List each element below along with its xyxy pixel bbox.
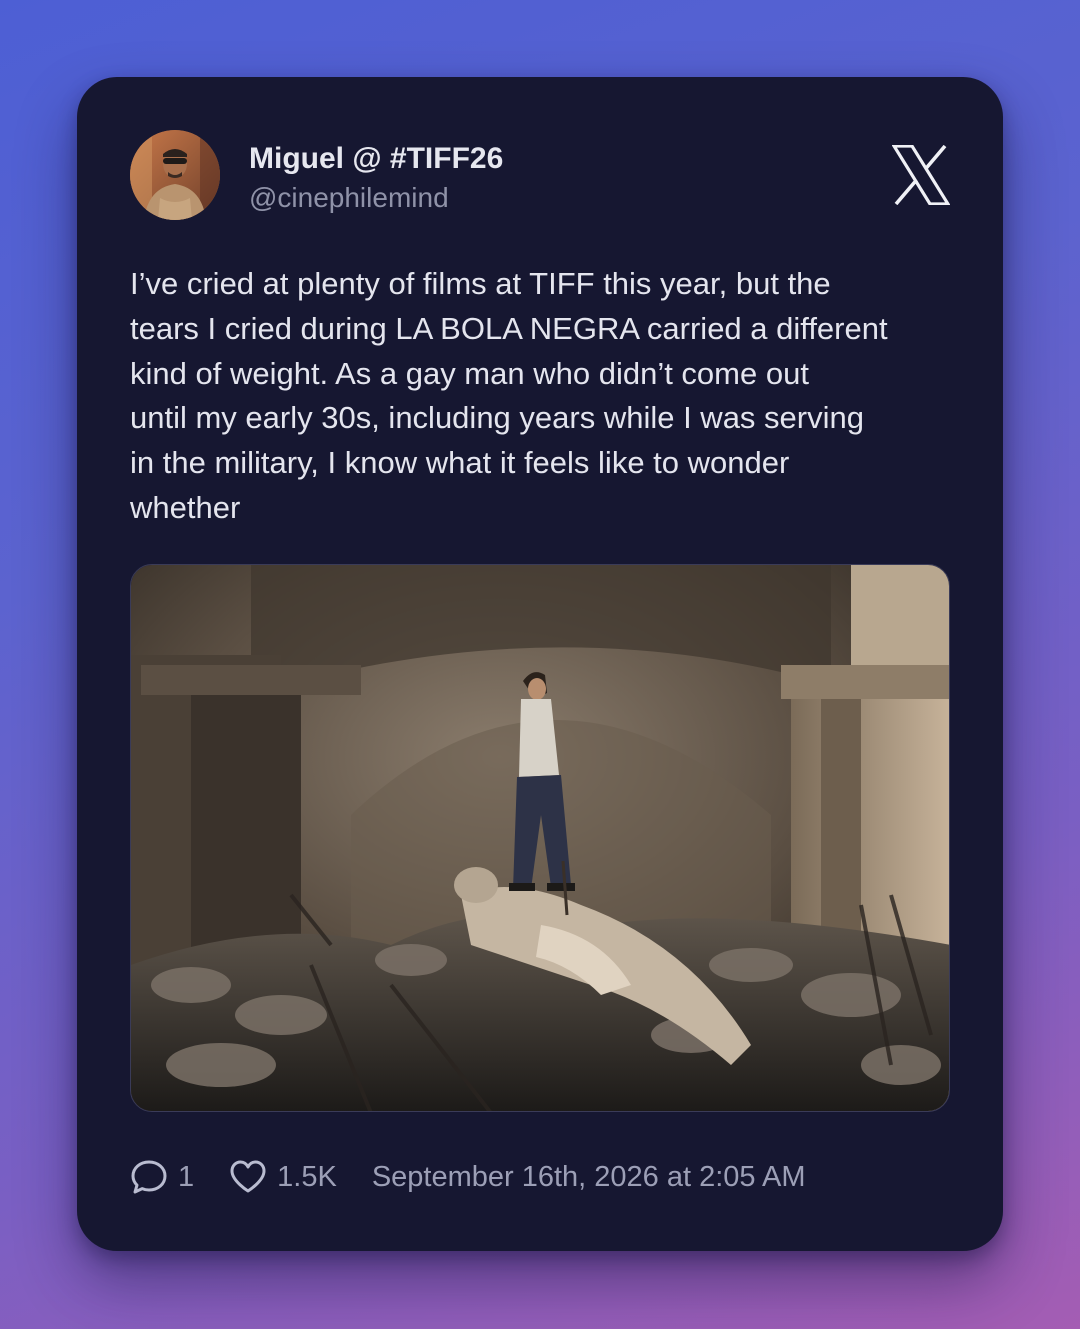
film-still-image bbox=[131, 565, 949, 1111]
tweet-line: whether bbox=[130, 489, 241, 525]
tweet-line: tears I cried during LA BOLA NEGRA carri… bbox=[130, 310, 888, 346]
comment-icon bbox=[131, 1160, 167, 1194]
tweet-card: Miguel @ #TIFF26 @cinephilemind I’ve cri… bbox=[77, 77, 1003, 1251]
avatar-photo bbox=[130, 130, 220, 220]
tweet-footer: 1 1.5K September 16th, 2026 at 2:05 AM bbox=[130, 1152, 806, 1202]
tweet-line: until my early 30s, including years whil… bbox=[130, 400, 864, 436]
x-logo-icon[interactable] bbox=[891, 144, 951, 206]
reply-button[interactable]: 1 bbox=[130, 1158, 194, 1196]
like-button[interactable]: 1.5K bbox=[229, 1158, 337, 1196]
author-avatar[interactable] bbox=[130, 130, 220, 220]
heart-icon bbox=[230, 1160, 266, 1193]
tweet-line: kind of weight. As a gay man who didn’t … bbox=[130, 355, 809, 391]
reply-count: 1 bbox=[178, 1160, 195, 1193]
author-handle[interactable]: @cinephilemind bbox=[249, 180, 449, 216]
author-display-name[interactable]: Miguel @ #TIFF26 bbox=[249, 140, 503, 178]
tweet-line: I’ve cried at plenty of films at TIFF th… bbox=[130, 266, 831, 301]
tweet-body: I’ve cried at plenty of films at TIFF th… bbox=[130, 262, 960, 531]
tweet-timestamp[interactable]: September 16th, 2026 at 2:05 AM bbox=[372, 1161, 806, 1194]
tweet-line: in the military, I know what it feels li… bbox=[130, 445, 790, 481]
like-count: 1.5K bbox=[277, 1160, 337, 1193]
tweet-media[interactable] bbox=[130, 564, 950, 1112]
